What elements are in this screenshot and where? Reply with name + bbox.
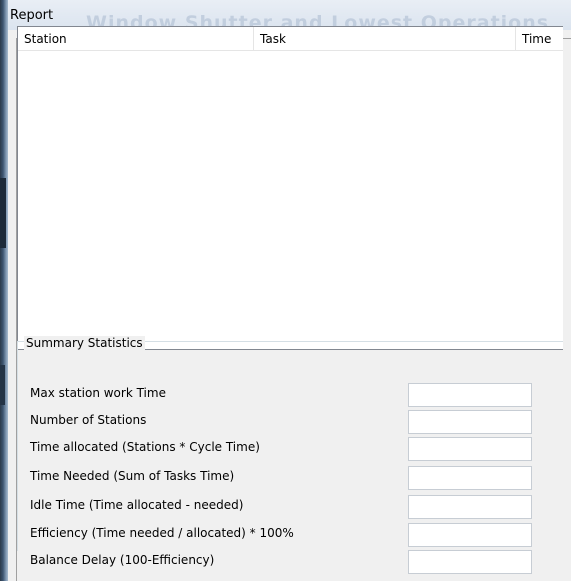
- idle-time-field[interactable]: [408, 495, 532, 519]
- column-header-task[interactable]: Task: [254, 27, 516, 51]
- background-window-edge: [0, 0, 8, 581]
- summary-statistics-caption: Summary Statistics: [24, 336, 145, 350]
- stat-label: Time Needed (Sum of Tasks Time): [30, 469, 235, 483]
- column-header-time[interactable]: Time: [516, 27, 571, 51]
- stat-label: Max station work Time: [30, 386, 166, 400]
- stat-label: Balance Delay (100-Efficiency): [30, 553, 215, 567]
- report-list-view[interactable]: Station Task Time: [17, 26, 563, 350]
- background-window-edge-dark-lower: [0, 365, 5, 405]
- balance-delay-field[interactable]: [408, 550, 532, 574]
- number-of-stations-field[interactable]: [408, 410, 532, 434]
- column-header-station[interactable]: Station: [18, 27, 254, 51]
- window-title: Report: [10, 8, 54, 23]
- stat-label: Idle Time (Time allocated - needed): [30, 498, 244, 512]
- stat-label: Efficiency (Time needed / allocated) * 1…: [30, 526, 294, 540]
- report-list-header: Station Task Time: [18, 27, 563, 51]
- stat-label: Number of Stations: [30, 413, 147, 427]
- max-station-work-time-field[interactable]: [408, 383, 532, 407]
- time-allocated-field[interactable]: [408, 437, 532, 461]
- stat-label: Time allocated (Stations * Cycle Time): [30, 440, 260, 454]
- time-needed-field[interactable]: [408, 466, 532, 490]
- background-window-edge-dark: [0, 178, 6, 248]
- efficiency-field[interactable]: [408, 523, 532, 547]
